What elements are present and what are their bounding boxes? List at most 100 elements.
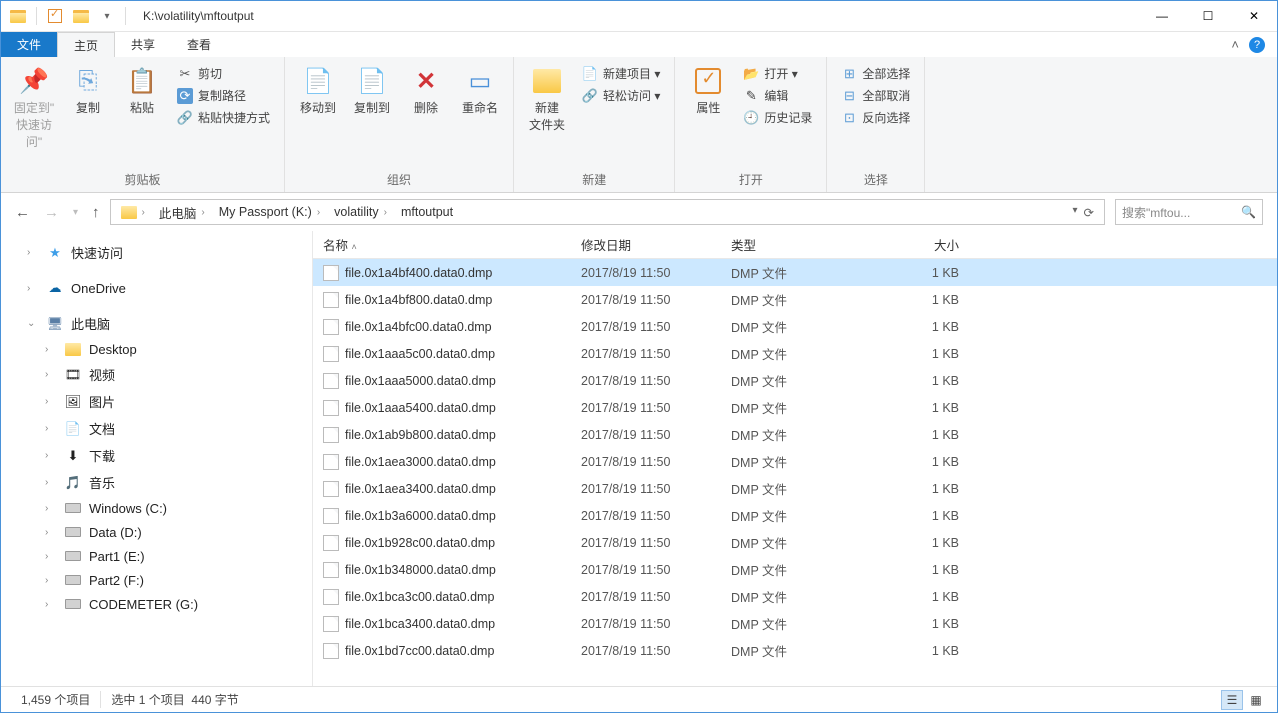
help-icon[interactable]: ? [1249,37,1265,53]
delete-button[interactable]: ✕删除 [401,61,451,120]
view-icons-button[interactable]: ▦ [1245,690,1267,710]
file-row[interactable]: file.0x1bca3c00.data0.dmp2017/8/19 11:50… [313,583,1277,610]
file-date: 2017/8/19 11:50 [581,509,731,523]
cut-button[interactable]: ✂剪切 [171,63,276,84]
file-size: 1 KB [881,563,971,577]
file-type: DMP 文件 [731,290,881,309]
file-name: file.0x1a4bfc00.data0.dmp [345,320,492,334]
file-icon [323,616,339,632]
new-folder-button[interactable]: 新建 文件夹 [522,61,572,137]
ribbon-group-organize: 📄移动到 📄复制到 ✕删除 ▭重命名 组织 [285,57,514,192]
file-icon [323,454,339,470]
breadcrumb-root-icon[interactable]: › [115,206,153,219]
file-row[interactable]: file.0x1aea3400.data0.dmp2017/8/19 11:50… [313,475,1277,502]
properties-button[interactable]: 属性 [683,61,733,120]
paste-shortcut-button[interactable]: 🔗粘贴快捷方式 [171,107,276,128]
nav-pictures[interactable]: ›🖼图片 [1,388,312,415]
tab-home[interactable]: 主页 [57,32,115,57]
file-row[interactable]: file.0x1aaa5000.data0.dmp2017/8/19 11:50… [313,367,1277,394]
breadcrumb-folder1[interactable]: volatility› [328,205,395,219]
file-row[interactable]: file.0x1a4bf800.data0.dmp2017/8/19 11:50… [313,286,1277,313]
file-row[interactable]: file.0x1b3a6000.data0.dmp2017/8/19 11:50… [313,502,1277,529]
file-icon [323,535,339,551]
edit-button[interactable]: ✎编辑 [737,85,818,106]
copy-path-button[interactable]: ⟳复制路径 [171,85,276,106]
file-row[interactable]: file.0x1a4bfc00.data0.dmp2017/8/19 11:50… [313,313,1277,340]
up-button[interactable]: ↑ [92,204,100,221]
nav-documents[interactable]: ›📄文档 [1,415,312,442]
nav-part1-e[interactable]: ›Part1 (E:) [1,544,312,568]
nav-videos[interactable]: ›🎞视频 [1,361,312,388]
history-button[interactable]: 🕘历史记录 [737,107,818,128]
minimize-button[interactable]: — [1139,1,1185,31]
back-button[interactable]: ← [15,204,30,221]
open-button[interactable]: 📂打开 ▾ [737,63,818,84]
close-button[interactable]: ✕ [1231,1,1277,31]
column-type[interactable]: 类型 [731,235,881,254]
copyto-button[interactable]: 📄复制到 [347,61,397,120]
copy-button[interactable]: ⎘复制 [63,61,113,120]
select-none-button[interactable]: ⊟全部取消 [835,85,916,106]
qat-newfolder-icon[interactable] [70,5,92,27]
column-date[interactable]: 修改日期 [581,235,731,254]
column-name[interactable]: 名称 ˄ [323,235,581,254]
file-row[interactable]: file.0x1aaa5c00.data0.dmp2017/8/19 11:50… [313,340,1277,367]
moveto-button[interactable]: 📄移动到 [293,61,343,120]
collapse-ribbon-icon[interactable]: ˄ [1231,37,1239,52]
nav-data-d[interactable]: ›Data (D:) [1,520,312,544]
view-details-button[interactable]: ☰ [1221,690,1243,710]
ribbon-group-label: 打开 [683,169,818,192]
file-size: 1 KB [881,347,971,361]
nav-part2-f[interactable]: ›Part2 (F:) [1,568,312,592]
tab-file[interactable]: 文件 [1,32,57,57]
nav-this-pc[interactable]: ⌄🖥此电脑 [1,310,312,337]
file-row[interactable]: file.0x1bd7cc00.data0.dmp2017/8/19 11:50… [313,637,1277,664]
file-row[interactable]: file.0x1b928c00.data0.dmp2017/8/19 11:50… [313,529,1277,556]
file-row[interactable]: file.0x1b348000.data0.dmp2017/8/19 11:50… [313,556,1277,583]
rename-button[interactable]: ▭重命名 [455,61,505,120]
file-size: 1 KB [881,266,971,280]
breadcrumb-thispc[interactable]: 此电脑› [153,203,213,222]
column-headers[interactable]: 名称 ˄ 修改日期 类型 大小 [313,231,1277,259]
file-row[interactable]: file.0x1ab9b800.data0.dmp2017/8/19 11:50… [313,421,1277,448]
qat-dropdown-icon[interactable]: ▾ [96,5,118,27]
breadcrumb-drive[interactable]: My Passport (K:)› [213,205,328,219]
file-date: 2017/8/19 11:50 [581,482,731,496]
nav-desktop[interactable]: ›Desktop [1,337,312,361]
select-all-button[interactable]: ⊞全部选择 [835,63,916,84]
file-type: DMP 文件 [731,587,881,606]
file-row[interactable]: file.0x1bca3400.data0.dmp2017/8/19 11:50… [313,610,1277,637]
column-size[interactable]: 大小 [881,235,971,254]
nav-music[interactable]: ›🎵音乐 [1,469,312,496]
search-input[interactable]: 搜索"mftou... 🔍 [1115,199,1263,225]
tab-view[interactable]: 查看 [171,32,227,57]
file-row[interactable]: file.0x1a4bf400.data0.dmp2017/8/19 11:50… [313,259,1277,286]
breadcrumb-folder2[interactable]: mftoutput [395,205,459,219]
nav-downloads[interactable]: ›⬇下载 [1,442,312,469]
status-bar: 1,459 个项目 选中 1 个项目 440 字节 ☰ ▦ [1,686,1277,712]
nav-quick-access[interactable]: ›★快速访问 [1,239,312,266]
nav-onedrive[interactable]: ›☁OneDrive [1,276,312,300]
address-dropdown-icon[interactable]: ▾ [1072,205,1077,220]
invert-selection-button[interactable]: ⊡反向选择 [835,107,916,128]
paste-button[interactable]: 📋粘贴 [117,61,167,120]
address-bar[interactable]: › 此电脑› My Passport (K:)› volatility› mft… [110,199,1105,225]
easy-access-button[interactable]: 🔗轻松访问 ▾ [576,85,666,106]
recent-dropdown-icon[interactable]: ▾ [73,207,78,218]
file-size: 1 KB [881,455,971,469]
nav-codemeter-g[interactable]: ›CODEMETER (G:) [1,592,312,616]
nav-windows-c[interactable]: ›Windows (C:) [1,496,312,520]
file-list[interactable]: file.0x1a4bf400.data0.dmp2017/8/19 11:50… [313,259,1277,686]
file-size: 1 KB [881,374,971,388]
forward-button[interactable]: → [44,204,59,221]
file-row[interactable]: file.0x1aea3000.data0.dmp2017/8/19 11:50… [313,448,1277,475]
new-item-button[interactable]: 📄新建项目 ▾ [576,63,666,84]
navigation-pane[interactable]: ›★快速访问 ›☁OneDrive ⌄🖥此电脑 ›Desktop ›🎞视频 ›🖼… [1,231,313,686]
tab-share[interactable]: 共享 [115,32,171,57]
refresh-icon[interactable]: ⟳ [1084,205,1094,220]
app-icon[interactable] [7,5,29,27]
maximize-button[interactable]: ☐ [1185,1,1231,31]
file-row[interactable]: file.0x1aaa5400.data0.dmp2017/8/19 11:50… [313,394,1277,421]
pin-quickaccess-button[interactable]: 📌固定到" 快速访问" [9,61,59,154]
qat-properties-icon[interactable] [44,5,66,27]
